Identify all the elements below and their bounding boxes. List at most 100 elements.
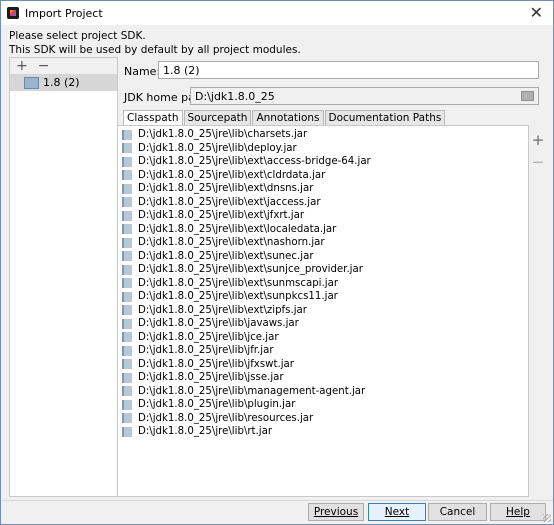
classpath-entry[interactable]: D:\jdk1.8.0_25\jre\lib\ext\sunpkcs11.jar [120, 290, 371, 304]
classpath-entry[interactable]: D:\jdk1.8.0_25\jre\lib\ext\sunjce_provid… [120, 263, 371, 277]
classpath-entry[interactable]: D:\jdk1.8.0_25\jre\lib\jfr.jar [120, 344, 371, 358]
classpath-entry-label: D:\jdk1.8.0_25\jre\lib\ext\zipfs.jar [138, 304, 307, 316]
classpath-entry[interactable]: D:\jdk1.8.0_25\jre\lib\ext\zipfs.jar [120, 304, 371, 318]
classpath-entry-label: D:\jdk1.8.0_25\jre\lib\deploy.jar [138, 142, 297, 154]
jar-file-icon [122, 413, 132, 424]
classpath-entry-label: D:\jdk1.8.0_25\jre\lib\ext\cldrdata.jar [138, 169, 326, 181]
classpath-entry-label: D:\jdk1.8.0_25\jre\lib\javaws.jar [138, 318, 299, 330]
classpath-entry[interactable]: D:\jdk1.8.0_25\jre\lib\javaws.jar [120, 317, 371, 331]
remove-sdk-icon[interactable]: − [38, 58, 50, 74]
sdk-item-label: 1.8 (2) [43, 76, 80, 89]
classpath-entry[interactable]: D:\jdk1.8.0_25\jre\lib\jsse.jar [120, 371, 371, 385]
classpath-entry-label: D:\jdk1.8.0_25\jre\lib\ext\sunpkcs11.jar [138, 291, 338, 303]
classpath-list: D:\jdk1.8.0_25\jre\lib\charsets.jar D:\jd… [120, 128, 371, 439]
jar-file-icon [122, 318, 132, 329]
name-field[interactable]: 1.8 (2) [158, 61, 539, 79]
classpath-entry-label: D:\jdk1.8.0_25\jre\lib\jfr.jar [138, 345, 274, 357]
classpath-entry-label: D:\jdk1.8.0_25\jre\lib\ext\dnsns.jar [138, 183, 314, 195]
jdk-home-value: D:\jdk1.8.0_25 [195, 90, 275, 103]
intellij-app-icon [7, 7, 19, 19]
next-button-label: Next [384, 506, 410, 518]
jar-file-icon [122, 345, 132, 356]
classpath-entry-label: D:\jdk1.8.0_25\jre\lib\charsets.jar [138, 129, 308, 141]
jar-file-icon [122, 386, 132, 397]
classpath-entry[interactable]: D:\jdk1.8.0_25\jre\lib\management-agent.… [120, 385, 371, 399]
classpath-entry[interactable]: D:\jdk1.8.0_25\jre\lib\ext\sunec.jar [120, 250, 371, 264]
jar-file-icon [122, 359, 132, 370]
intro-line-2: This SDK will be used by default by all … [9, 44, 301, 56]
classpath-entry[interactable]: D:\jdk1.8.0_25\jre\lib\ext\localedata.ja… [120, 223, 371, 237]
classpath-entry-label: D:\jdk1.8.0_25\jre\lib\plugin.jar [138, 399, 296, 411]
tab-documentation-paths[interactable]: Documentation Paths [324, 110, 446, 125]
classpath-entry[interactable]: D:\jdk1.8.0_25\jre\lib\jfxswt.jar [120, 358, 371, 372]
classpath-entry-label: D:\jdk1.8.0_25\jre\lib\ext\jaccess.jar [138, 196, 321, 208]
classpath-entry-label: D:\jdk1.8.0_25\jre\lib\rt.jar [138, 426, 273, 438]
classpath-entry-label: D:\jdk1.8.0_25\jre\lib\jce.jar [138, 331, 279, 343]
jar-file-icon [122, 372, 132, 383]
jar-file-icon [122, 143, 132, 154]
name-label: Name: [124, 65, 161, 78]
jar-file-icon [122, 197, 132, 208]
browse-folder-icon[interactable] [521, 91, 534, 101]
jar-file-icon [122, 251, 132, 262]
add-sdk-icon[interactable]: + [16, 58, 28, 74]
previous-button[interactable]: Previous [308, 503, 364, 521]
title-bar: Import Project ✕ [1, 1, 553, 25]
jar-file-icon [122, 224, 132, 235]
classpath-entry-label: D:\jdk1.8.0_25\jre\lib\ext\nashorn.jar [138, 237, 325, 249]
jar-file-icon [122, 170, 132, 181]
jdk-home-field[interactable]: D:\jdk1.8.0_25 [190, 87, 539, 105]
classpath-entry[interactable]: D:\jdk1.8.0_25\jre\lib\charsets.jar [120, 128, 371, 142]
tab-classpath[interactable]: Classpath [123, 110, 183, 125]
jar-file-icon [122, 399, 132, 410]
import-project-dialog: Import Project ✕ Please select project S… [0, 0, 554, 525]
classpath-entry[interactable]: D:\jdk1.8.0_25\jre\lib\ext\sunmscapi.jar [120, 277, 371, 291]
remove-classpath-icon[interactable]: − [530, 151, 546, 173]
close-icon[interactable]: ✕ [530, 3, 543, 22]
jar-file-icon [122, 183, 132, 194]
cancel-button[interactable]: Cancel [428, 503, 487, 521]
tab-sourcepath[interactable]: Sourcepath [183, 110, 252, 125]
resize-grip[interactable] [543, 514, 551, 522]
jar-file-icon [122, 237, 132, 248]
jar-file-icon [122, 332, 132, 343]
classpath-panel: D:\jdk1.8.0_25\jre\lib\charsets.jar D:\jd… [117, 125, 529, 497]
jar-file-icon [122, 278, 132, 289]
tab-annotations[interactable]: Annotations [252, 110, 324, 125]
jar-file-icon [122, 291, 132, 302]
classpath-entry-label: D:\jdk1.8.0_25\jre\lib\resources.jar [138, 412, 314, 424]
jar-file-icon [122, 426, 132, 437]
classpath-entry[interactable]: D:\jdk1.8.0_25\jre\lib\jce.jar [120, 331, 371, 345]
help-button[interactable]: Help [490, 503, 546, 521]
classpath-entry[interactable]: D:\jdk1.8.0_25\jre\lib\ext\access-bridge… [120, 155, 371, 169]
sdk-tabs: Classpath Sourcepath Annotations Documen… [123, 110, 446, 125]
classpath-entry[interactable]: D:\jdk1.8.0_25\jre\lib\ext\nashorn.jar [120, 236, 371, 250]
help-button-label: Help [506, 506, 530, 518]
classpath-entry[interactable]: D:\jdk1.8.0_25\jre\lib\ext\cldrdata.jar [120, 169, 371, 183]
classpath-entry-label: D:\jdk1.8.0_25\jre\lib\ext\sunec.jar [138, 250, 314, 262]
sdk-list-item[interactable]: 1.8 (2) [10, 74, 117, 91]
previous-button-label: Previous [313, 506, 359, 518]
classpath-entry[interactable]: D:\jdk1.8.0_25\jre\lib\ext\jaccess.jar [120, 196, 371, 210]
classpath-entry-label: D:\jdk1.8.0_25\jre\lib\jfxswt.jar [138, 358, 294, 370]
classpath-entry-label: D:\jdk1.8.0_25\jre\lib\ext\sunmscapi.jar [138, 277, 339, 289]
classpath-entry[interactable]: D:\jdk1.8.0_25\jre\lib\deploy.jar [120, 142, 371, 156]
classpath-entry[interactable]: D:\jdk1.8.0_25\jre\lib\ext\jfxrt.jar [120, 209, 371, 223]
classpath-entry[interactable]: D:\jdk1.8.0_25\jre\lib\resources.jar [120, 412, 371, 426]
jar-file-icon [122, 129, 132, 140]
window-title: Import Project [25, 6, 103, 20]
jar-file-icon [122, 210, 132, 221]
footer-divider [1, 500, 553, 501]
classpath-entry-label: D:\jdk1.8.0_25\jre\lib\ext\localedata.ja… [138, 223, 337, 235]
classpath-entry[interactable]: D:\jdk1.8.0_25\jre\lib\ext\dnsns.jar [120, 182, 371, 196]
classpath-entry-label: D:\jdk1.8.0_25\jre\lib\ext\access-bridge… [138, 156, 371, 168]
intro-text: Please select project SDK. This SDK will… [9, 29, 301, 57]
add-classpath-icon[interactable]: + [530, 129, 546, 151]
jar-file-icon [122, 156, 132, 167]
next-button[interactable]: Next [368, 503, 426, 521]
classpath-entry[interactable]: D:\jdk1.8.0_25\jre\lib\plugin.jar [120, 398, 371, 412]
sdk-toolbar: + − [10, 58, 117, 74]
classpath-entry-label: D:\jdk1.8.0_25\jre\lib\management-agent.… [138, 385, 366, 397]
classpath-entry[interactable]: D:\jdk1.8.0_25\jre\lib\rt.jar [120, 425, 371, 439]
intro-line-1: Please select project SDK. [9, 30, 146, 42]
